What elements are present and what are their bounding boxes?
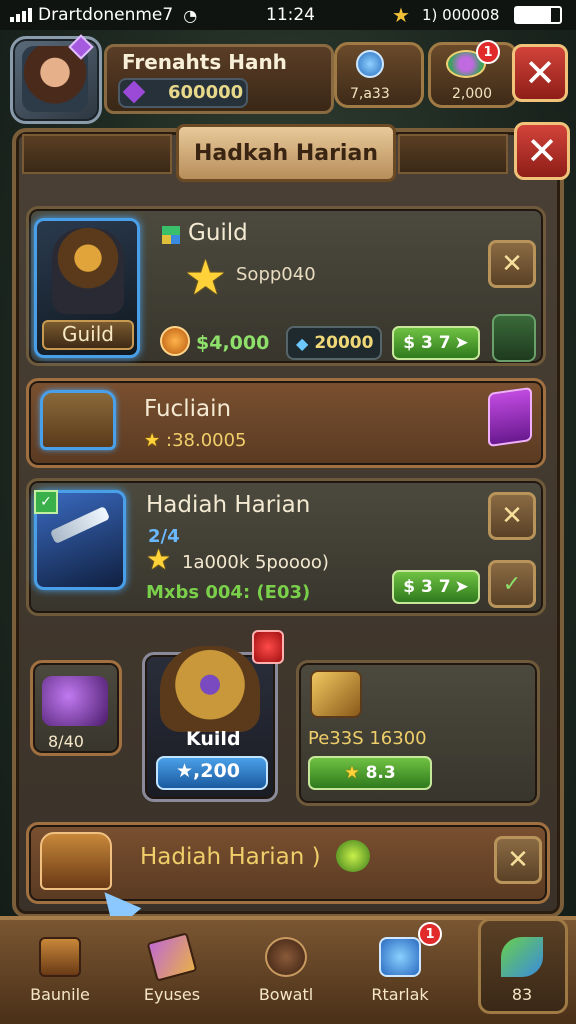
item-left-value: 8/40: [48, 732, 84, 751]
carrier-name: Drartdonenme7: [38, 5, 174, 25]
chest-icon: [40, 390, 116, 450]
title-wing-right: [398, 134, 508, 174]
guild-price: $ 3 7: [403, 333, 451, 353]
nav-label-3: Rtarlak: [371, 985, 429, 1004]
guild-gem-pill: ◆ 20000: [286, 326, 382, 360]
arrow-icon: ➤: [454, 333, 469, 353]
potion-slot-value: 2,000: [452, 86, 493, 102]
close-icon: ✕: [501, 249, 523, 279]
notification-badge: 1: [476, 40, 500, 64]
check-icon: ✓: [502, 571, 522, 597]
star-icon: ★: [144, 430, 161, 451]
crate-icon: [39, 937, 81, 977]
daily-reward-mixed: Mxbs 004: (E03): [146, 582, 311, 603]
crystal-slot-value: 7,a33: [350, 86, 390, 102]
check-badge-icon: ✓: [34, 490, 58, 514]
chest-title: Fucliain: [144, 396, 232, 422]
player-gems: 600000: [168, 82, 244, 103]
daily-reward-sub: 1a000k 5poooo): [182, 552, 329, 573]
purple-crystal-icon[interactable]: [488, 386, 532, 448]
battery-icon: [514, 6, 562, 24]
red-gem-icon: [252, 630, 284, 664]
star-currency-icon: ★: [392, 3, 410, 27]
nav-label-2: Bowatl: [258, 985, 314, 1004]
guild-coin-value: $4,000: [196, 332, 270, 354]
green-gem-icon: [336, 840, 370, 872]
nav-item-2[interactable]: Bowatl: [236, 922, 336, 1014]
player-name: Frenahts Hanh: [122, 50, 287, 74]
clock: 11:24: [266, 5, 315, 25]
wifi-icon: ◔: [183, 5, 198, 25]
daily-reward-confirm-button[interactable]: ✓: [488, 560, 536, 608]
purple-hammer-icon: [42, 676, 108, 726]
bottom-reward-dismiss-button[interactable]: ✕: [494, 836, 542, 884]
close-icon: ✕: [524, 51, 556, 95]
guild-score: Sopp040: [236, 264, 316, 285]
arrow-icon: ➤: [454, 577, 469, 597]
panel-close-button[interactable]: ✕: [514, 122, 570, 180]
panel-title: Hadkah Harian: [176, 124, 396, 182]
close-button[interactable]: ✕: [512, 44, 568, 102]
daily-reward-dismiss-button[interactable]: ✕: [488, 492, 536, 540]
puzzle-icon: [162, 226, 180, 244]
guild-gem-value: 20000: [314, 333, 374, 353]
chest-value: :38.0005: [166, 430, 247, 451]
nav-item-0[interactable]: Baunile: [10, 922, 110, 1014]
close-icon: ✕: [507, 845, 529, 875]
close-icon: ✕: [501, 501, 523, 531]
blue-gem-icon: ◆: [296, 333, 309, 353]
blue-cube-icon: [379, 937, 421, 977]
bottom-reward-title: Hadiah Harian ): [140, 844, 321, 870]
star-icon: ★: [344, 763, 360, 783]
star-icon: ★: [146, 543, 172, 576]
offer-buy-button[interactable]: ★ 8.3: [308, 756, 432, 790]
gold-ore-icon: [310, 670, 362, 718]
trash-icon[interactable]: [492, 314, 536, 362]
guild-portrait-label: Guild: [62, 322, 114, 346]
offer-title: Pe33S 16300: [308, 728, 427, 749]
star-icon: ★: [184, 250, 228, 306]
offer-price: 8.3: [365, 763, 396, 783]
hero-helmet-icon: [160, 646, 260, 732]
daily-reward-buy-button[interactable]: $ 3 7 ➤: [392, 570, 480, 604]
nav-badge: 1: [418, 922, 442, 946]
signal-icon: [10, 8, 32, 22]
daily-reward-price: $ 3 7: [403, 577, 451, 597]
nav-label-4: 83: [511, 985, 533, 1004]
hero-label: Kuild: [186, 728, 241, 750]
shield-icon: [265, 937, 307, 977]
hero-price: ★,200: [176, 760, 240, 782]
guild-dismiss-button[interactable]: ✕: [488, 240, 536, 288]
blue-crystal-icon: [356, 50, 384, 78]
title-wing-left: [22, 134, 172, 174]
leaf-icon: [501, 937, 543, 977]
battery-text: 1) 000008: [422, 6, 500, 24]
guild-knight-icon: [52, 228, 124, 314]
status-bar: Drartdonenme7 ◔ 11:24 ★ 1) 000008: [0, 0, 576, 30]
nav-label-1: Eyuses: [143, 985, 201, 1004]
nav-label-0: Baunile: [30, 985, 90, 1004]
book-icon: [146, 932, 198, 982]
guild-title: Guild: [188, 220, 248, 246]
coin-icon: [160, 326, 190, 356]
close-icon: ✕: [526, 129, 558, 173]
daily-reward-title: Hadiah Harian: [146, 492, 311, 518]
guild-buy-button[interactable]: $ 3 7 ➤: [392, 326, 480, 360]
nav-item-1[interactable]: Eyuses: [122, 922, 222, 1014]
treasure-chest-icon: [40, 832, 112, 890]
nav-item-4[interactable]: 83: [472, 922, 572, 1014]
